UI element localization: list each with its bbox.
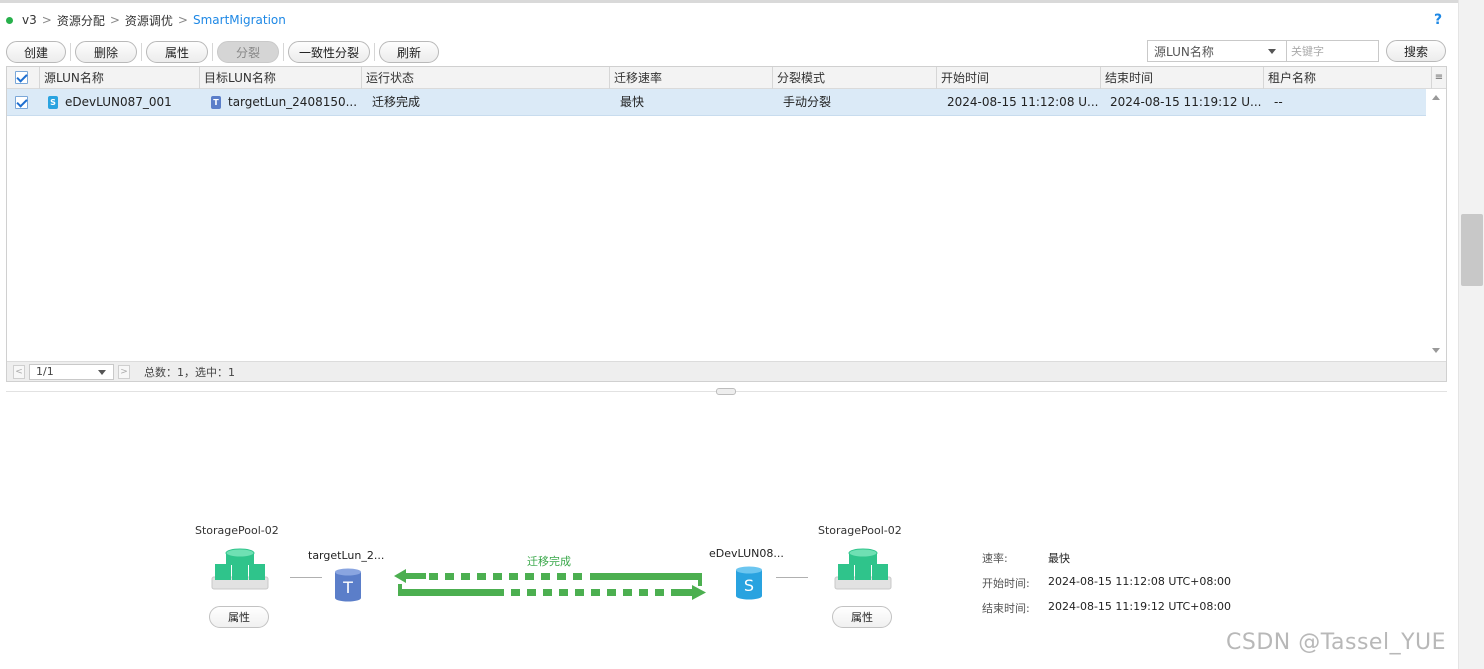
chevron-right-icon: > <box>41 13 52 27</box>
toolbar: 创建 删除 属性 分裂 一致性分裂 刷新 <box>6 40 439 64</box>
prev-page-icon[interactable]: < <box>13 364 25 379</box>
toolbar-divider <box>374 43 375 61</box>
cell-source-lun[interactable]: eDevLUN087_001 <box>65 89 172 116</box>
breadcrumb-current: SmartMigration <box>192 13 286 27</box>
target-lun-letter: T <box>342 578 353 597</box>
migration-table: 源LUN名称 目标LUN名称 运行状态 迁移速率 分裂模式 开始时间 结束时间 … <box>6 66 1447 382</box>
chevron-right-icon: > <box>177 13 188 27</box>
source-lun-letter: S <box>744 576 754 595</box>
migration-arrows-icon <box>394 569 706 600</box>
source-lun-icon[interactable]: S <box>735 566 763 600</box>
row-checkbox[interactable] <box>15 96 28 109</box>
cell-split-mode: 手动分裂 <box>783 95 832 109</box>
cell-tenant: -- <box>1274 95 1283 109</box>
toolbar-divider <box>212 43 213 61</box>
split-button[interactable]: 分裂 <box>217 41 279 63</box>
page-scrollbar[interactable] <box>1458 0 1484 669</box>
pager-summary: 总数：1，选中：1 <box>144 365 235 379</box>
scroll-down-icon[interactable] <box>1432 348 1440 353</box>
page-scrollbar-thumb[interactable] <box>1461 214 1483 286</box>
chevron-right-icon: > <box>109 13 120 27</box>
source-lun-icon: S <box>48 96 58 109</box>
search-input[interactable] <box>1287 40 1379 62</box>
pane-resize-handle[interactable] <box>716 388 736 395</box>
column-header[interactable]: 结束时间 <box>1100 67 1263 89</box>
storage-pool-icon <box>834 548 892 590</box>
top-border <box>0 0 1484 3</box>
breadcrumb-item-v3[interactable]: v3 <box>22 13 37 27</box>
end-time-label: 结束时间: <box>982 602 1030 615</box>
left-pool-name: StoragePool-02 <box>195 524 279 537</box>
search-field-select[interactable]: 源LUN名称 <box>1147 40 1287 62</box>
column-header[interactable]: 迁移速率 <box>609 67 772 89</box>
cell-rate: 最快 <box>620 95 645 109</box>
column-header[interactable]: 分裂模式 <box>772 67 936 89</box>
target-lun-label: targetLun_2... <box>308 549 385 562</box>
column-header[interactable]: 目标LUN名称 <box>199 67 361 89</box>
left-pool-properties-button[interactable]: 属性 <box>209 606 269 628</box>
start-time-label: 开始时间: <box>982 577 1030 590</box>
breadcrumb-item-resource-allocation[interactable]: 资源分配 <box>57 12 105 29</box>
table-header: 源LUN名称 目标LUN名称 运行状态 迁移速率 分裂模式 开始时间 结束时间 … <box>7 67 1446 89</box>
right-pool-properties-button[interactable]: 属性 <box>832 606 892 628</box>
cell-end-time: 2024-08-15 11:19:12 U... <box>1110 95 1262 109</box>
chevron-down-icon <box>98 369 106 375</box>
breadcrumb: v3 > 资源分配 > 资源调优 > SmartMigration <box>6 10 286 30</box>
source-lun-label: eDevLUN08... <box>709 547 784 560</box>
chevron-down-icon <box>1268 49 1276 54</box>
pool-connector-line <box>290 577 322 578</box>
migration-status-text: 迁移完成 <box>527 555 571 568</box>
page-value: 1/1 <box>36 364 54 378</box>
cell-target-lun[interactable]: targetLun_2408150... <box>228 89 357 116</box>
end-time-value: 2024-08-15 11:19:12 UTC+08:00 <box>1048 600 1232 613</box>
target-lun-icon: T <box>211 96 221 109</box>
consistent-split-button[interactable]: 一致性分裂 <box>288 41 370 63</box>
pagination: < 1/1 > 总数：1，选中：1 <box>7 361 1446 381</box>
toolbar-divider <box>283 43 284 61</box>
select-all-checkbox[interactable] <box>15 71 28 84</box>
column-chooser-icon[interactable]: ≡ <box>1431 67 1446 89</box>
target-lun-icon[interactable]: T <box>334 568 362 602</box>
search-button[interactable]: 搜索 <box>1386 40 1446 62</box>
table-scrollbar[interactable] <box>1427 89 1446 361</box>
create-button[interactable]: 创建 <box>6 41 66 63</box>
cell-status: 迁移完成 <box>372 95 421 109</box>
column-header[interactable]: 租户名称 <box>1263 67 1429 89</box>
column-header[interactable]: 源LUN名称 <box>39 67 199 89</box>
storage-pool-icon <box>211 548 269 590</box>
help-icon[interactable]: ? <box>1434 12 1442 28</box>
watermark-text: CSDN @Tassel_YUE <box>1226 630 1447 655</box>
rate-value: 最快 <box>1048 552 1070 565</box>
column-header[interactable]: 开始时间 <box>936 67 1100 89</box>
start-time-value: 2024-08-15 11:12:08 UTC+08:00 <box>1048 575 1232 588</box>
toolbar-divider <box>70 43 71 61</box>
next-page-icon[interactable]: > <box>118 364 130 379</box>
delete-button[interactable]: 删除 <box>75 41 137 63</box>
scroll-up-icon[interactable] <box>1432 95 1440 100</box>
toolbar-divider <box>141 43 142 61</box>
refresh-button[interactable]: 刷新 <box>379 41 439 63</box>
page-select[interactable]: 1/1 <box>29 363 114 380</box>
search-field-value: 源LUN名称 <box>1154 44 1214 59</box>
table-row[interactable]: S eDevLUN087_001 T targetLun_2408150... … <box>7 89 1426 116</box>
rate-label: 速率: <box>982 552 1008 565</box>
column-header[interactable]: 运行状态 <box>361 67 609 89</box>
properties-button[interactable]: 属性 <box>146 41 208 63</box>
pool-connector-line <box>776 577 808 578</box>
cell-start-time: 2024-08-15 11:12:08 U... <box>947 95 1099 109</box>
status-dot-icon <box>6 16 13 24</box>
breadcrumb-item-resource-tuning[interactable]: 资源调优 <box>125 12 173 29</box>
right-pool-name: StoragePool-02 <box>818 524 902 537</box>
